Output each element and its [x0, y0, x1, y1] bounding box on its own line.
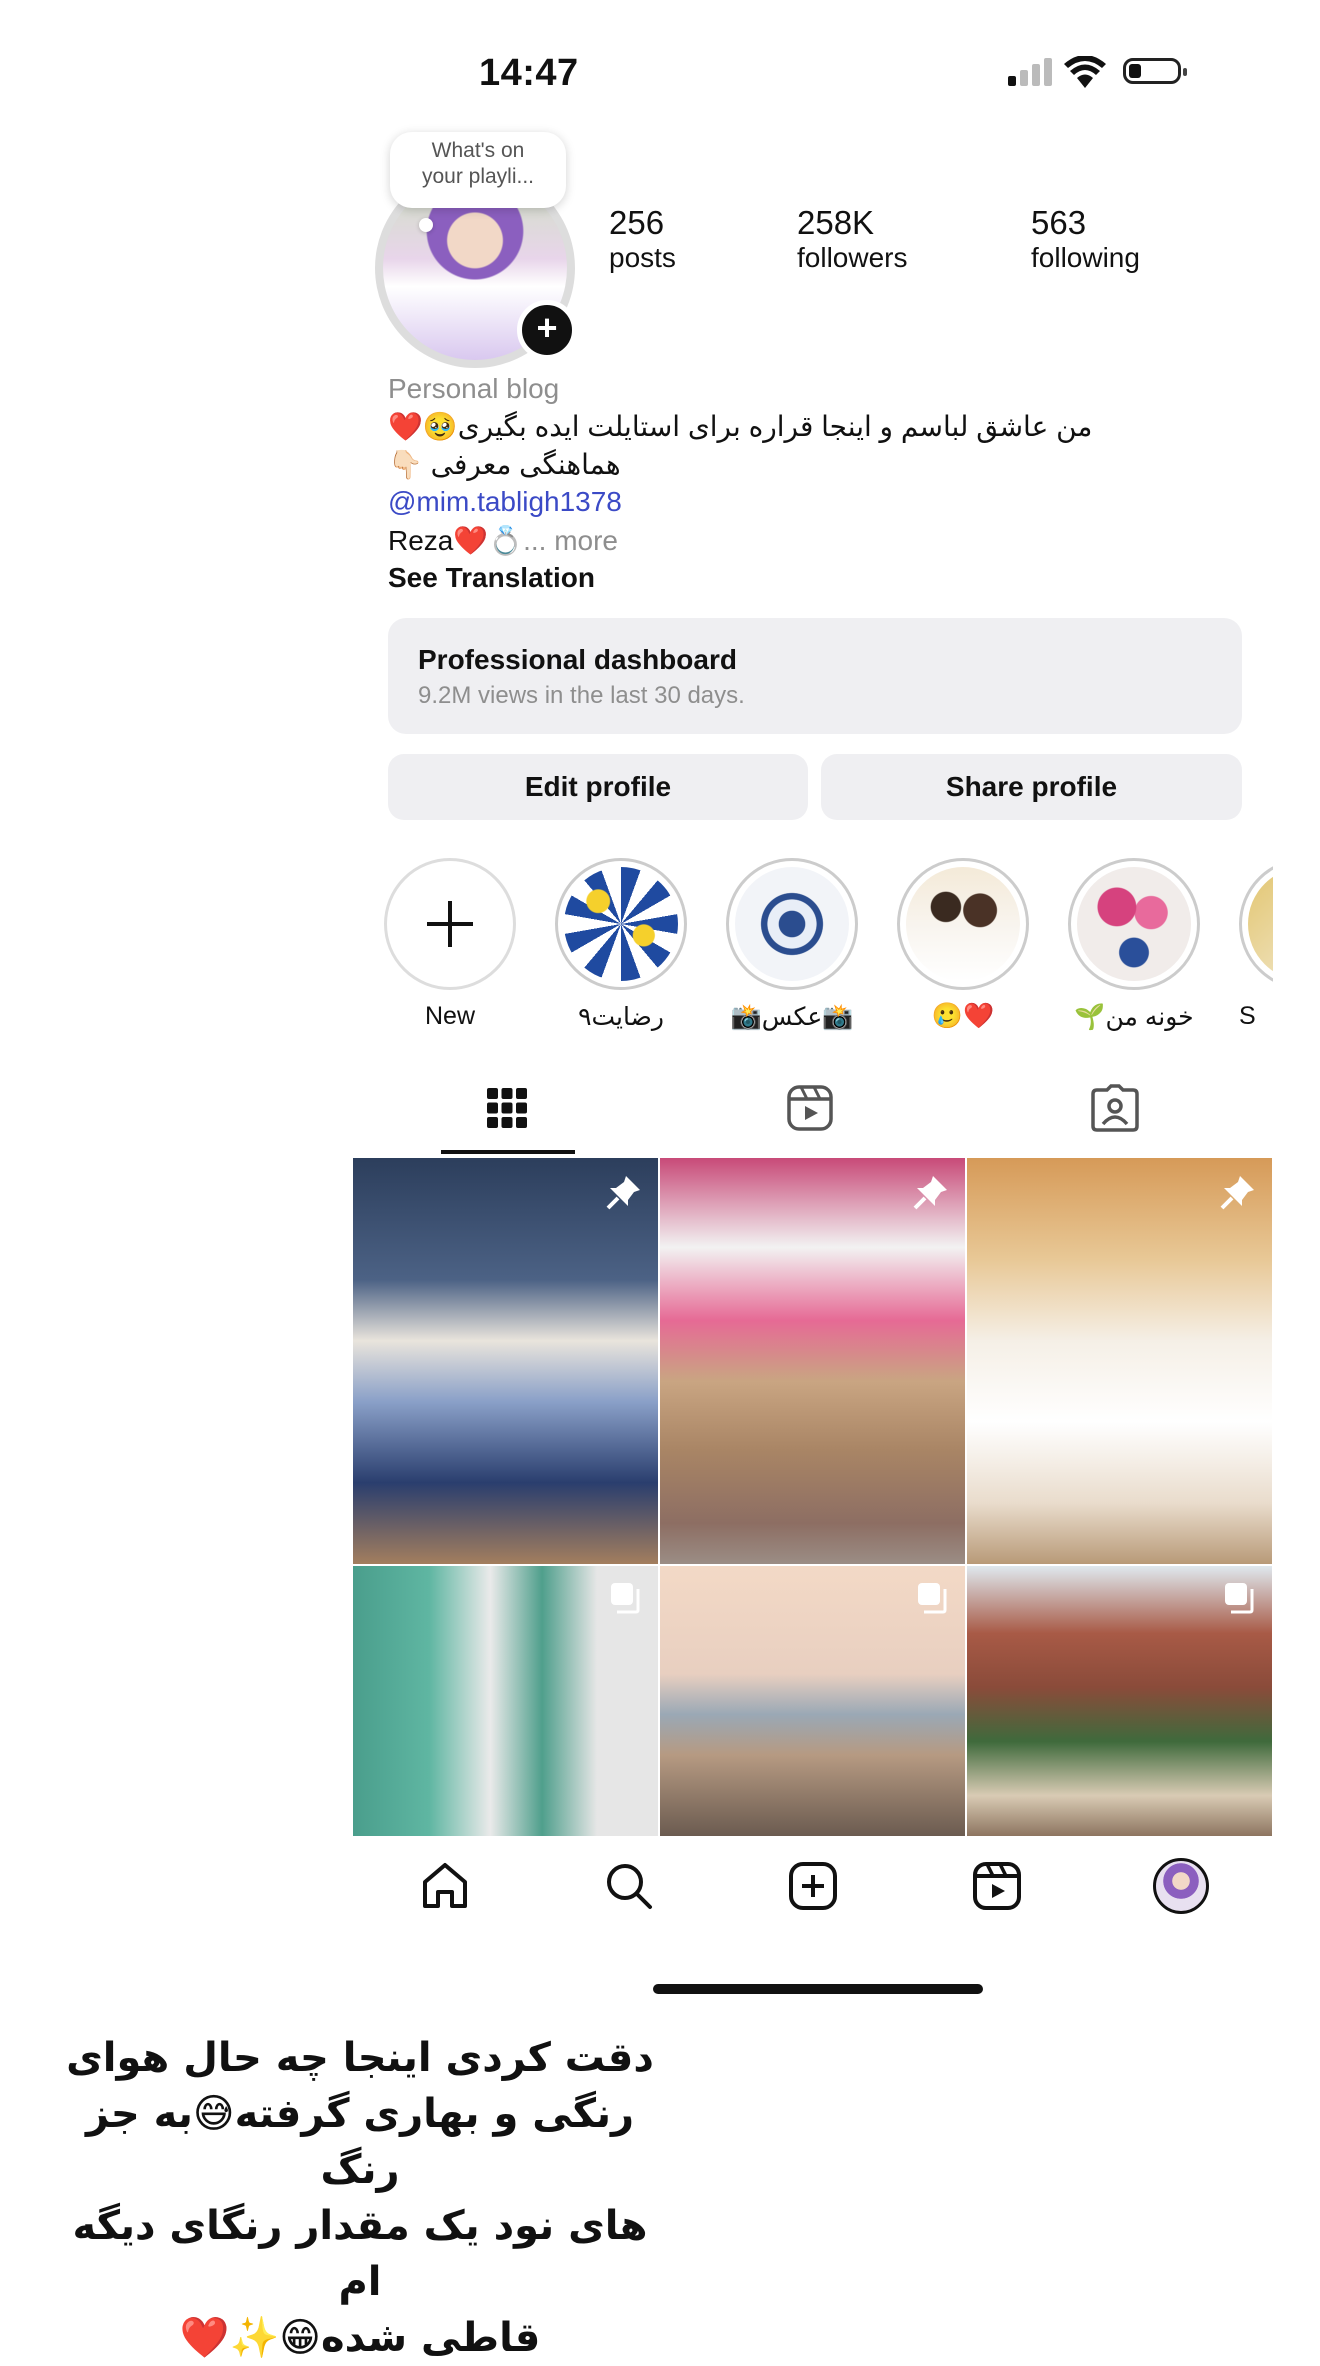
tagged-icon[interactable]	[1091, 1084, 1139, 1132]
caption-line-4: قاطی شده😁✨❤️	[179, 2315, 541, 2361]
share-profile-button[interactable]: Share profile	[821, 754, 1242, 820]
highlight-label: S	[1239, 1002, 1256, 1030]
pin-icon	[913, 1176, 947, 1210]
pin-icon	[1220, 1176, 1254, 1210]
post-thumbnail[interactable]	[967, 1158, 1272, 1564]
highlight-ring	[726, 858, 858, 990]
bio-line-4: Reza❤️💍... more	[388, 524, 618, 557]
post-thumbnail[interactable]	[967, 1566, 1272, 1836]
profile-category: Personal blog	[388, 373, 560, 404]
carousel-icon	[918, 1583, 947, 1614]
see-translation-link[interactable]: See Translation	[388, 562, 595, 594]
grid-icon[interactable]	[485, 1086, 529, 1130]
dashboard-subtitle: 9.2M views in the last 30 days.	[418, 682, 745, 709]
battery-icon	[1123, 58, 1187, 84]
post-thumbnail[interactable]	[660, 1158, 965, 1564]
edit-profile-button[interactable]: Edit profile	[388, 754, 808, 820]
home-icon[interactable]	[419, 1860, 471, 1912]
dashboard-title: Professional dashboard	[418, 644, 737, 675]
caption-line-1: دقت کردی اینجا چه حال هوای	[66, 2035, 654, 2081]
phone-screen: 14:47 What's on your playli... + 256 pos…	[353, 0, 1273, 2000]
reels-icon[interactable]	[786, 1084, 834, 1132]
highlight-label: 🌱خونه من	[1074, 1003, 1194, 1031]
highlight-new-ring	[384, 858, 516, 990]
status-time: 14:47	[479, 52, 579, 94]
tab-selected-indicator	[441, 1150, 575, 1154]
plus-icon	[427, 901, 473, 947]
note-bubble-tail	[419, 218, 433, 232]
highlight-item[interactable]: 🥲❤️	[897, 858, 1029, 1031]
post-thumbnail[interactable]	[353, 1566, 658, 1836]
stat-following-value: 563	[1031, 204, 1087, 241]
profile-avatar[interactable]	[1153, 1858, 1209, 1914]
stat-followers-value: 258K	[797, 204, 875, 241]
caption-line-2: رنگی و بهاری گرفته😅به جز رنگ	[85, 2091, 635, 2193]
stat-posts[interactable]: 256 posts	[609, 204, 676, 274]
bottom-nav	[353, 1836, 1273, 1936]
highlight-ring	[897, 858, 1029, 990]
stat-followers[interactable]: 258K followers	[797, 204, 907, 274]
bio-more-link[interactable]: ... more	[523, 525, 618, 556]
stat-following[interactable]: 563 following	[1031, 204, 1140, 274]
search-icon[interactable]	[603, 1860, 655, 1912]
caption-line-3: های نود یک مقدار رنگای دیگه ام	[72, 2203, 648, 2305]
highlight-label: 🥲❤️	[931, 1002, 995, 1030]
highlight-ring	[1068, 858, 1200, 990]
bio-mention-link[interactable]: @mim.tabligh1378	[388, 486, 622, 518]
highlight-ring	[555, 858, 687, 990]
highlight-item[interactable]: 🌱خونه من	[1068, 858, 1200, 1032]
note-bubble[interactable]: What's on your playli...	[390, 132, 566, 208]
highlight-thumbnail	[735, 867, 849, 981]
carousel-icon	[611, 1583, 640, 1614]
highlight-item[interactable]: رضایت۹	[555, 858, 687, 1032]
stat-following-label: following	[1031, 242, 1140, 273]
highlight-label: 📸عکس📸	[730, 1003, 854, 1031]
highlight-label: رضایت۹	[578, 1003, 664, 1031]
highlight-new[interactable]: New	[384, 858, 516, 1031]
highlight-ring	[1239, 858, 1273, 990]
note-line1: What's on	[431, 139, 525, 162]
cellular-signal-icon	[1008, 58, 1052, 86]
bio-line-2: هماهنگی معرفی 👇🏻	[388, 449, 621, 480]
pin-icon	[606, 1176, 640, 1210]
post-thumbnail[interactable]	[353, 1158, 658, 1564]
stat-followers-label: followers	[797, 242, 908, 273]
reels-icon[interactable]	[971, 1860, 1023, 1912]
highlight-item[interactable]: S	[1239, 858, 1273, 1031]
post-thumbnail[interactable]	[660, 1566, 965, 1836]
bio-line-4-text: Reza❤️💍	[388, 525, 524, 556]
highlight-item[interactable]: 📸عکس📸	[726, 858, 858, 1032]
highlight-thumbnail	[1248, 867, 1273, 981]
carousel-icon	[1225, 1583, 1254, 1614]
highlight-thumbnail	[564, 867, 678, 981]
highlight-thumbnail	[906, 867, 1020, 981]
professional-dashboard[interactable]: Professional dashboard 9.2M views in the…	[388, 618, 1242, 734]
home-indicator	[653, 1984, 983, 1994]
note-line2: your playli...	[421, 165, 535, 188]
wifi-icon	[1064, 56, 1106, 88]
bio-line-1: من عاشق لباسم و اینجا قراره برای استایلت…	[388, 411, 1093, 442]
stat-posts-value: 256	[609, 204, 665, 241]
add-story-plus-icon[interactable]: +	[517, 300, 577, 360]
story-caption: دقت کردی اینجا چه حال هوای رنگی و بهاری …	[60, 2030, 660, 2366]
create-icon[interactable]	[787, 1860, 839, 1912]
stat-posts-label: posts	[609, 242, 676, 273]
highlight-thumbnail	[1077, 867, 1191, 981]
highlight-label: New	[424, 1002, 475, 1030]
